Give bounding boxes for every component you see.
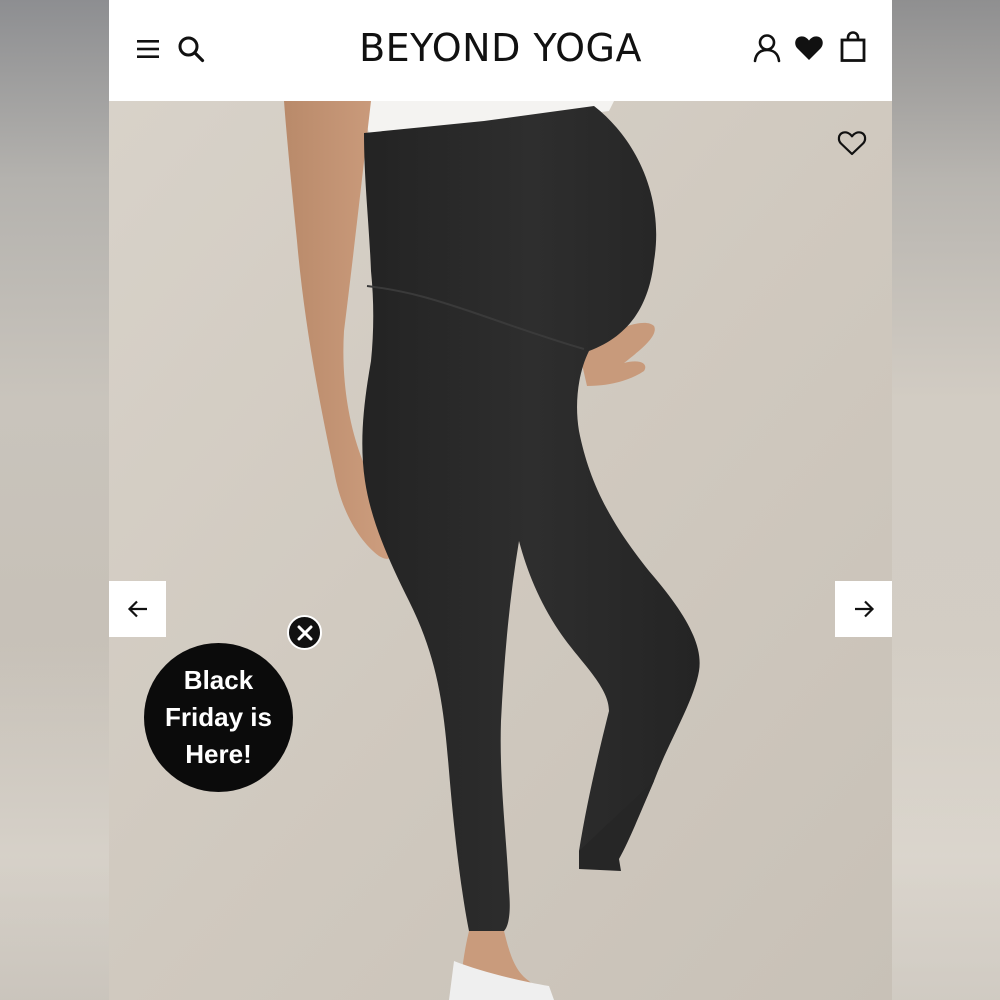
promo-badge[interactable]: Black Friday is Here! xyxy=(144,643,293,792)
bag-icon[interactable] xyxy=(838,31,868,63)
arrow-right-icon xyxy=(854,600,874,618)
account-icon[interactable] xyxy=(752,33,782,63)
site-header: BEYOND YOGA xyxy=(109,0,892,101)
product-photo xyxy=(109,101,892,1000)
background-blur-right xyxy=(892,0,1000,1000)
promo-close-button[interactable] xyxy=(287,615,322,650)
background-blur-left xyxy=(0,0,109,1000)
promo-text: Black Friday is Here! xyxy=(165,665,272,769)
product-image[interactable] xyxy=(109,101,892,1000)
wishlist-heart-icon[interactable] xyxy=(837,129,867,157)
heart-icon[interactable] xyxy=(794,34,824,62)
arrow-left-icon xyxy=(127,600,147,618)
prev-image-button[interactable] xyxy=(109,581,166,637)
app-screen: BEYOND YOGA Black Friday is Here! xyxy=(109,0,892,1000)
next-image-button[interactable] xyxy=(835,581,892,637)
close-icon xyxy=(297,625,312,640)
